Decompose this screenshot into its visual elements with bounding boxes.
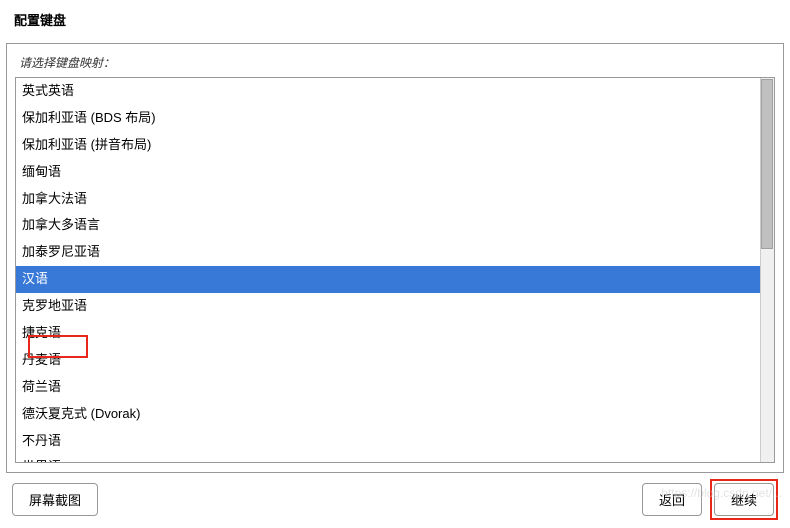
list-item[interactable]: 缅甸语 <box>16 159 774 186</box>
highlight-continue-button: 继续 <box>710 479 778 520</box>
list-scrollbar-track[interactable] <box>760 78 774 462</box>
list-item[interactable]: 丹麦语 <box>16 347 774 374</box>
list-scrollbar-thumb[interactable] <box>761 79 773 249</box>
main-panel: 请选择键盘映射： 英式英语保加利亚语 (BDS 布局)保加利亚语 (拼音布局)缅… <box>6 43 784 473</box>
list-item[interactable]: 世界语 <box>16 454 774 462</box>
list-item[interactable]: 荷兰语 <box>16 374 774 401</box>
list-item[interactable]: 不丹语 <box>16 428 774 455</box>
nav-button-group: 返回 继续 <box>642 479 778 520</box>
list-item[interactable]: 保加利亚语 (拼音布局) <box>16 132 774 159</box>
back-button[interactable]: 返回 <box>642 483 702 516</box>
list-item[interactable]: 加泰罗尼亚语 <box>16 239 774 266</box>
list-item[interactable]: 保加利亚语 (BDS 布局) <box>16 105 774 132</box>
footer: 屏幕截图 返回 继续 <box>0 479 790 520</box>
list-item[interactable]: 捷克语 <box>16 320 774 347</box>
list-item[interactable]: 加拿大法语 <box>16 186 774 213</box>
list-item[interactable]: 英式英语 <box>16 78 774 105</box>
window-title: 配置键盘 <box>0 0 790 35</box>
keyboard-list-container: 英式英语保加利亚语 (BDS 布局)保加利亚语 (拼音布局)缅甸语加拿大法语加拿… <box>15 77 775 463</box>
screenshot-button[interactable]: 屏幕截图 <box>12 483 98 516</box>
prompt-label: 请选择键盘映射： <box>15 54 775 77</box>
list-item[interactable]: 德沃夏克式 (Dvorak) <box>16 401 774 428</box>
list-item[interactable]: 加拿大多语言 <box>16 212 774 239</box>
keyboard-list[interactable]: 英式英语保加利亚语 (BDS 布局)保加利亚语 (拼音布局)缅甸语加拿大法语加拿… <box>16 78 774 462</box>
list-item[interactable]: 克罗地亚语 <box>16 293 774 320</box>
continue-button[interactable]: 继续 <box>714 483 774 516</box>
list-item[interactable]: 汉语 <box>16 266 774 293</box>
